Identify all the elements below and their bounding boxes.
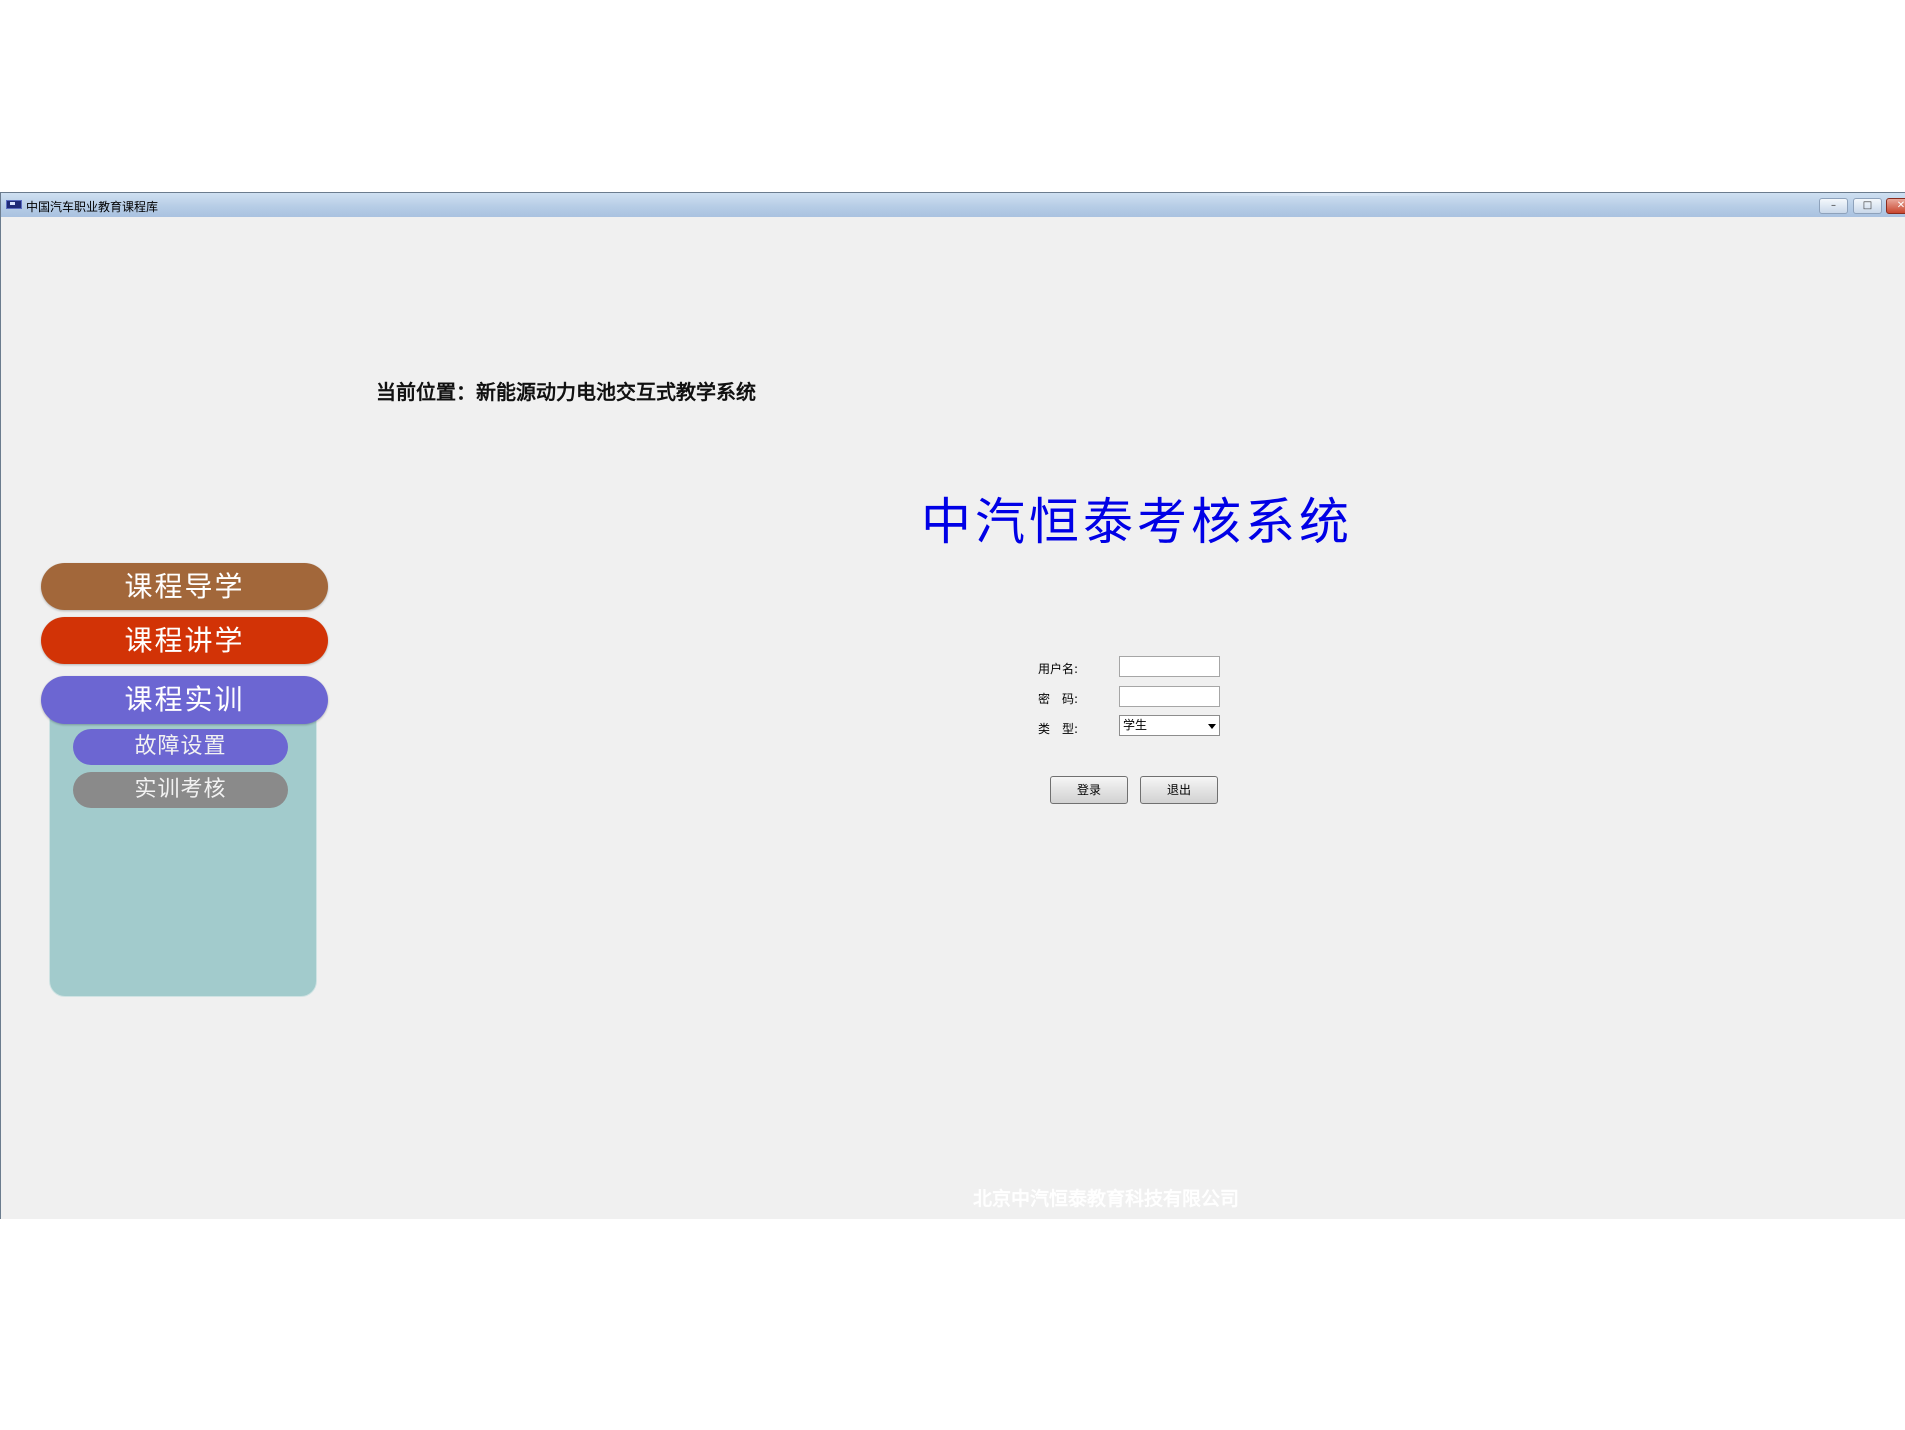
nav-course-lecture-button[interactable]: 课程讲学	[41, 617, 328, 664]
password-input[interactable]	[1119, 686, 1220, 707]
username-input[interactable]	[1119, 656, 1220, 677]
nav-course-guide-button[interactable]: 课程导学	[41, 563, 328, 610]
title-bar[interactable]: 中国汽车职业教育课程库 – □ ✕	[1, 192, 1905, 217]
system-title: 中汽恒泰考核系统	[921, 493, 1353, 551]
app-window: 中国汽车职业教育课程库 – □ ✕ 当前位置：新能源动力电池交互式教学系统 中汽…	[0, 192, 1905, 1219]
breadcrumb: 当前位置：新能源动力电池交互式教学系统	[376, 380, 756, 404]
training-exam-button[interactable]: 实训考核	[73, 772, 288, 808]
title-bar-glare	[1171, 193, 1481, 196]
password-label: 密 码:	[1038, 692, 1079, 706]
minimize-button[interactable]: –	[1819, 198, 1848, 214]
footer-company: 北京中汽恒泰教育科技有限公司	[973, 1188, 1240, 1210]
user-type-selected: 学生	[1123, 718, 1148, 732]
nav-course-training-button[interactable]: 课程实训	[41, 676, 328, 724]
app-icon	[6, 200, 22, 209]
maximize-button[interactable]: □	[1853, 198, 1882, 214]
fault-setting-button[interactable]: 故障设置	[73, 729, 288, 765]
login-button[interactable]: 登录	[1050, 776, 1128, 804]
close-button[interactable]: ✕	[1886, 198, 1905, 214]
window-title: 中国汽车职业教育课程库	[26, 200, 159, 214]
type-label: 类 型:	[1038, 722, 1079, 736]
username-label: 用户名:	[1038, 662, 1079, 676]
user-type-select[interactable]: 学生	[1119, 715, 1220, 736]
dropdown-arrow-icon[interactable]	[1208, 724, 1216, 729]
exit-button[interactable]: 退出	[1140, 776, 1218, 804]
